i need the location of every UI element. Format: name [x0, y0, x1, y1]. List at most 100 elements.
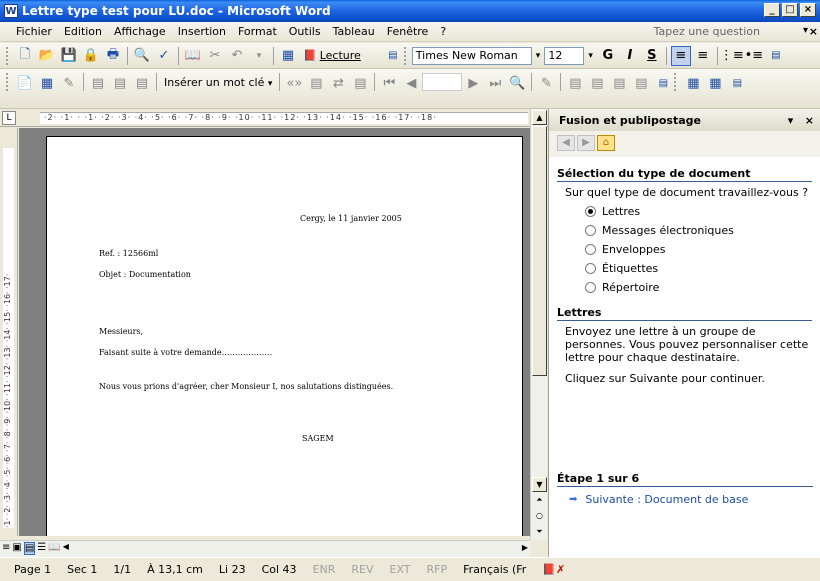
spelling-icon[interactable]: ✓	[154, 46, 174, 66]
field-shading-icon[interactable]: ▦	[705, 73, 725, 93]
previous-record-icon[interactable]: ◀	[401, 73, 421, 93]
permission-icon[interactable]: 🔒	[81, 46, 101, 66]
new-document-icon[interactable]: 🗋	[15, 46, 35, 66]
status-language[interactable]: Français (Fr	[455, 563, 534, 576]
spelling-status-icon[interactable]: 📕✗	[534, 563, 573, 576]
merge-to-printer-icon[interactable]: ▤	[587, 73, 607, 93]
menu-help[interactable]: ?	[434, 25, 452, 38]
pane-dropdown-icon[interactable]: ▾	[788, 114, 794, 127]
reading-view-icon[interactable]: 📖	[48, 542, 60, 555]
cut-icon[interactable]: ✂	[205, 46, 225, 66]
insert-fields-icon[interactable]: ▤	[132, 73, 152, 93]
italic-button[interactable]: I	[620, 46, 640, 66]
main-document-setup-icon[interactable]: 📄	[15, 73, 35, 93]
radio-envelopes[interactable]	[585, 244, 596, 255]
reading-layout-button[interactable]: 📕 Lecture	[299, 49, 365, 62]
align-center-icon[interactable]: ≡	[693, 46, 713, 66]
radio-directory[interactable]	[585, 282, 596, 293]
maximize-button[interactable]: □	[782, 3, 798, 17]
insert-greeting-icon[interactable]: ▤	[110, 73, 130, 93]
font-size-combo[interactable]: 12	[544, 46, 585, 65]
pane-close-icon[interactable]: ×	[805, 114, 814, 127]
merge-to-document-icon[interactable]: ▤	[565, 73, 585, 93]
find-entry-icon[interactable]: 🔍	[507, 73, 527, 93]
option-directory[interactable]: Répertoire	[585, 281, 820, 294]
option-envelopes[interactable]: Enveloppes	[585, 243, 820, 256]
close-button[interactable]: ×	[800, 3, 816, 17]
table-icon[interactable]: ▦	[278, 46, 298, 66]
record-number-input[interactable]	[422, 73, 463, 91]
undo-dropdown-icon[interactable]: ▾	[249, 46, 269, 66]
word-app-icon[interactable]: W	[4, 4, 18, 18]
open-data-source-icon[interactable]: ▦	[37, 73, 57, 93]
status-ext[interactable]: EXT	[382, 563, 419, 576]
undo-icon[interactable]: ↶	[227, 46, 247, 66]
status-enr[interactable]: ENR	[305, 563, 344, 576]
back-icon[interactable]: ◀	[557, 135, 575, 151]
research-icon[interactable]: 📖	[183, 46, 203, 66]
bullet-list-icon[interactable]: •≡	[744, 46, 764, 66]
toolbar-grip[interactable]	[6, 73, 10, 91]
font-name-dropdown-icon[interactable]: ▾	[536, 51, 541, 61]
option-email[interactable]: Messages électroniques	[585, 224, 820, 237]
home-icon[interactable]: ⌂	[597, 135, 615, 151]
web-view-icon[interactable]: ▣	[12, 542, 21, 555]
toolbar-grip[interactable]	[6, 46, 10, 65]
previous-page-icon[interactable]: ⏶	[532, 493, 547, 508]
status-rfp[interactable]: RFP	[419, 563, 456, 576]
horizontal-scrollbar[interactable]: ≡ ▣ ▤ ☰ 📖 ◀ ▶	[0, 540, 530, 557]
radio-letters[interactable]	[585, 206, 596, 217]
merge-to-fax-icon[interactable]: ▤	[631, 73, 651, 93]
help-dropdown-icon[interactable]: ▾	[803, 25, 808, 36]
numbered-list-icon[interactable]: ⋮≡	[720, 46, 744, 66]
minimize-button[interactable]: _	[764, 3, 780, 17]
document-close-icon[interactable]: ×	[809, 25, 818, 38]
vertical-scrollbar[interactable]: ▲ ▼ ⏶ ○ ⏷	[530, 109, 547, 540]
insert-word-field-button[interactable]: Insérer un mot clé ▾	[160, 73, 276, 94]
highlight-fields-icon[interactable]: ▤	[306, 73, 326, 93]
status-rev[interactable]: REV	[343, 563, 381, 576]
scroll-down-icon[interactable]: ▼	[532, 477, 547, 492]
insert-address-block-icon[interactable]: ▤	[88, 73, 108, 93]
toolbar-grip[interactable]	[403, 46, 408, 65]
print-layout-icon[interactable]: ▤	[23, 542, 36, 555]
merge-to-email-icon[interactable]: ▤	[609, 73, 629, 93]
toggle-fields-icon[interactable]: ▦	[683, 73, 703, 93]
toolbar-options-icon[interactable]: ▤	[727, 73, 747, 93]
scroll-thumb[interactable]	[532, 126, 547, 376]
menu-fenetre[interactable]: Fenêtre	[381, 25, 435, 38]
recipients-icon[interactable]: ✎	[59, 73, 79, 93]
help-question-input[interactable]: Tapez une question	[654, 25, 760, 38]
outline-view-icon[interactable]: ☰	[37, 542, 46, 555]
next-record-icon[interactable]: ▶	[463, 73, 483, 93]
menu-fichier[interactable]: Fichier	[10, 25, 58, 38]
menu-tableau[interactable]: Tableau	[327, 25, 381, 38]
option-labels[interactable]: Étiquettes	[585, 262, 820, 275]
align-left-icon[interactable]: ≡	[670, 45, 691, 66]
check-errors-icon[interactable]: ✎	[536, 73, 556, 93]
toolbar-options-icon[interactable]: ▤	[766, 46, 786, 66]
vertical-ruler[interactable]: ·1· ·2· ·3· ·4· ·5· ·6· ·7· ·8· ·9· ·10·…	[0, 128, 18, 536]
scroll-left-icon[interactable]: ◀	[63, 542, 69, 555]
save-icon[interactable]: 💾	[59, 46, 79, 66]
option-letters[interactable]: Lettres	[585, 205, 820, 218]
menu-edition[interactable]: Edition	[58, 25, 108, 38]
radio-labels[interactable]	[585, 263, 596, 274]
underline-button[interactable]: S	[642, 46, 662, 66]
propagate-labels-icon[interactable]: ▤	[350, 73, 370, 93]
menu-outils[interactable]: Outils	[283, 25, 327, 38]
menu-format[interactable]: Format	[232, 25, 283, 38]
font-name-combo[interactable]: Times New Roman	[411, 46, 532, 65]
view-merged-data-icon[interactable]: «»	[284, 73, 304, 93]
radio-email[interactable]	[585, 225, 596, 236]
toolbar-options-icon[interactable]: ▤	[653, 73, 673, 93]
next-step-link[interactable]: ➡ Suivante : Document de base	[569, 493, 748, 506]
browse-object-icon[interactable]: ○	[532, 509, 547, 524]
next-page-icon[interactable]: ⏷	[532, 525, 547, 540]
match-fields-icon[interactable]: ⇄	[328, 73, 348, 93]
document-page[interactable]: Cergy, le 11 janvier 2005 Ref. : 12566ml…	[46, 136, 523, 536]
scroll-up-icon[interactable]: ▲	[532, 110, 547, 125]
forward-icon[interactable]: ▶	[577, 135, 595, 151]
toolbar-grip[interactable]	[674, 73, 678, 91]
scroll-right-icon[interactable]: ▶	[522, 543, 528, 552]
